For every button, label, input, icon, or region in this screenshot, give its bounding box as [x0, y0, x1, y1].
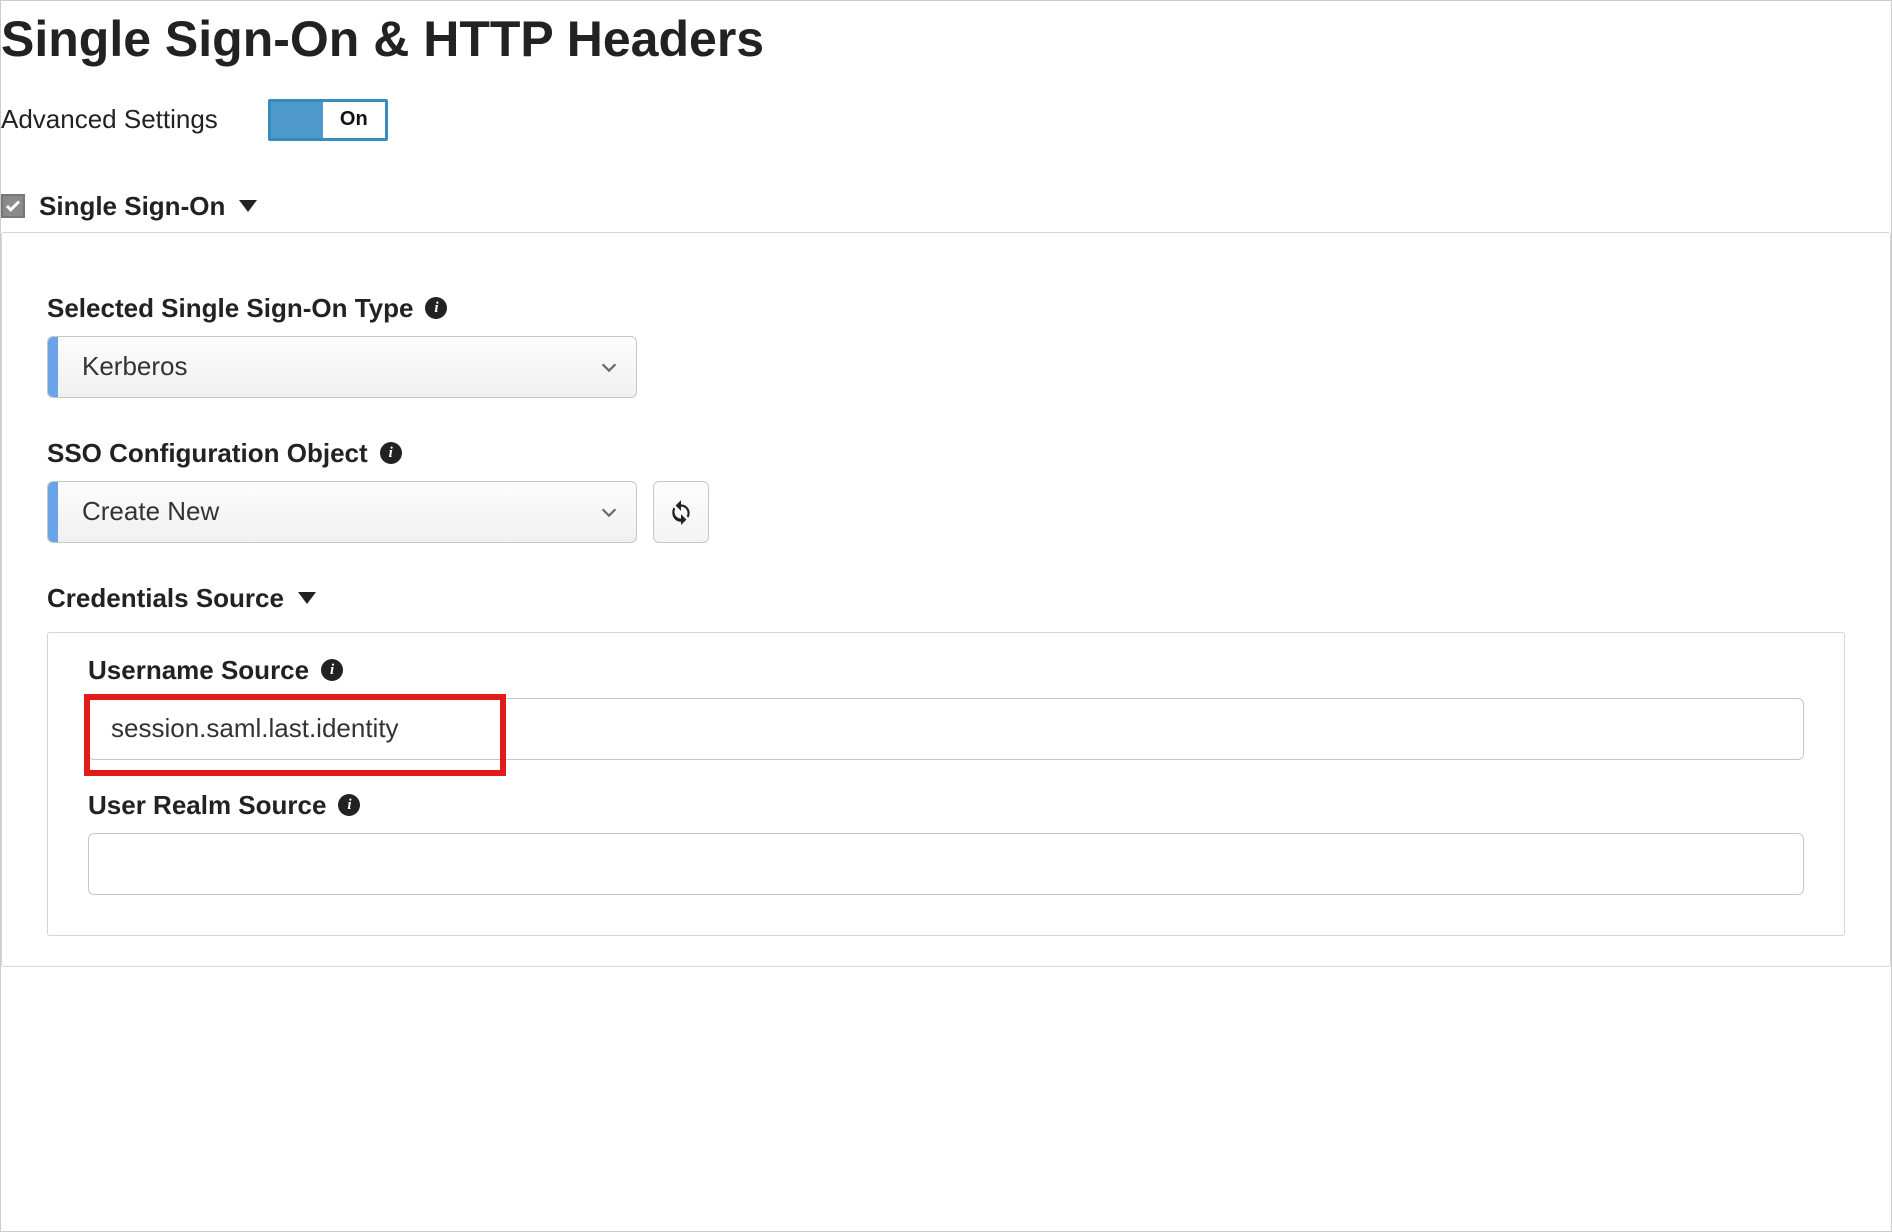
username-source-label: Username Source	[88, 655, 309, 686]
sso-section-header[interactable]: Single Sign-On	[1, 191, 1891, 222]
realm-source-label: User Realm Source	[88, 790, 326, 821]
realm-source-input[interactable]	[88, 833, 1804, 895]
sso-section-title: Single Sign-On	[39, 191, 225, 222]
check-icon	[4, 197, 22, 215]
sso-type-value: Kerberos	[58, 351, 582, 382]
info-icon[interactable]: i	[321, 659, 343, 681]
caret-down-icon	[298, 592, 316, 604]
advanced-settings-row: Advanced Settings On	[1, 99, 1891, 141]
select-accent	[48, 482, 58, 542]
advanced-settings-toggle[interactable]: On	[268, 99, 388, 141]
sso-panel: Selected Single Sign-On Type i Kerberos …	[1, 232, 1891, 967]
refresh-icon	[668, 499, 694, 525]
username-source-field: Username Source i	[88, 655, 1804, 760]
realm-source-field: User Realm Source i	[88, 790, 1804, 895]
sso-checkbox[interactable]	[1, 194, 25, 218]
select-accent	[48, 337, 58, 397]
info-icon[interactable]: i	[338, 794, 360, 816]
chevron-down-icon	[582, 501, 636, 523]
username-source-input[interactable]	[88, 698, 1804, 760]
sso-config-label: SSO Configuration Object	[47, 438, 368, 469]
sso-type-select[interactable]: Kerberos	[47, 336, 637, 398]
refresh-button[interactable]	[653, 481, 709, 543]
toggle-thumb: On	[323, 102, 385, 138]
credentials-source-title: Credentials Source	[47, 583, 284, 614]
sso-type-label: Selected Single Sign-On Type	[47, 293, 413, 324]
credentials-panel: Username Source i User Realm Source i	[47, 632, 1845, 936]
sso-config-value: Create New	[58, 496, 582, 527]
credentials-source-header[interactable]: Credentials Source	[47, 583, 1845, 614]
info-icon[interactable]: i	[380, 442, 402, 464]
page-title: Single Sign-On & HTTP Headers	[1, 1, 1891, 69]
chevron-down-icon	[582, 356, 636, 378]
sso-config-select[interactable]: Create New	[47, 481, 637, 543]
caret-down-icon	[239, 200, 257, 212]
advanced-settings-label: Advanced Settings	[1, 104, 218, 135]
info-icon[interactable]: i	[425, 297, 447, 319]
sso-type-field: Selected Single Sign-On Type i Kerberos	[47, 293, 1845, 398]
sso-config-field: SSO Configuration Object i Create New	[47, 438, 1845, 543]
